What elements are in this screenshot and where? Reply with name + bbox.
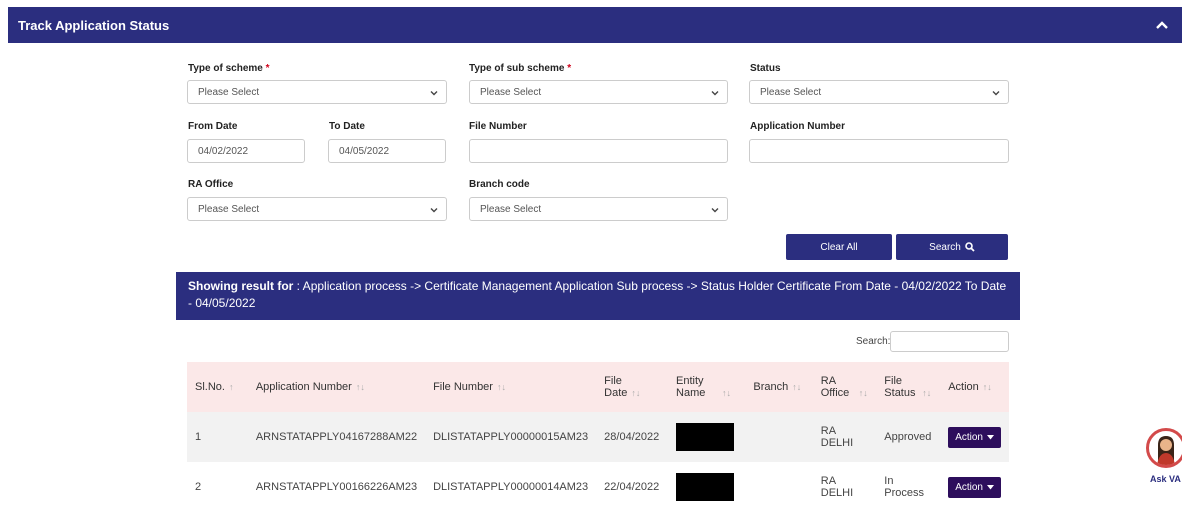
section-header[interactable]: Track Application Status — [8, 7, 1182, 43]
cell-file-date: 22/04/2022 — [604, 481, 660, 493]
status-label: Status — [750, 63, 781, 74]
file-number-label: File Number — [469, 121, 527, 132]
table-search-label: Search: — [856, 336, 891, 347]
caret-down-icon — [987, 484, 994, 489]
cell-entity-name — [668, 462, 745, 506]
virtual-assistant-launcher[interactable]: Ask VA — [1146, 428, 1182, 488]
col-file-status[interactable]: File Status ↑↓ — [876, 362, 940, 412]
from-date-value: 04/02/2022 — [198, 145, 249, 157]
assistant-label: Ask VA — [1150, 474, 1181, 484]
file-status-text: In Process — [884, 475, 925, 499]
search-button-label: Search — [929, 241, 961, 253]
cell-file-status: Approved — [884, 431, 932, 443]
sort-icon: ↑↓ — [722, 388, 732, 398]
cell-sl-no: 2 — [195, 481, 202, 493]
sort-icon: ↑↓ — [355, 382, 365, 392]
cell-file-date: 28/04/2022 — [604, 431, 660, 443]
chevron-down-icon — [711, 91, 719, 96]
cell-branch — [745, 462, 812, 506]
scheme-label: Type of scheme * — [188, 63, 270, 74]
assistant-avatar-icon — [1146, 428, 1182, 468]
sort-icon: ↑ — [228, 382, 234, 392]
status-select-value: Please Select — [760, 86, 822, 98]
results-table: Sl.No. ↑ Application Number ↑↓ File Number… — [187, 362, 1009, 506]
sort-icon: ↑↓ — [496, 382, 506, 392]
cell-action: Action — [940, 412, 1009, 462]
table-header-row: Sl.No. ↑ Application Number ↑↓ File Number… — [187, 362, 1009, 412]
cell-file-number: DLISTATAPPLY00000014AM23 — [433, 481, 589, 493]
chevron-down-icon — [992, 91, 1000, 96]
page-title: Track Application Status — [18, 17, 170, 33]
sort-icon: ↑↓ — [858, 388, 868, 398]
scheme-select-value: Please Select — [198, 86, 260, 98]
table-row: 1 ARNSTATAPPLY04167288AM22 DLISTATAPPLY0… — [187, 412, 1009, 462]
cell-ra-office: RA DELHI — [820, 475, 854, 499]
file-number-input[interactable] — [469, 139, 728, 163]
to-date-label: To Date — [329, 121, 365, 132]
col-action[interactable]: Action ↑↓ — [940, 362, 1009, 412]
clear-all-button[interactable]: Clear All — [786, 234, 892, 260]
action-label: Action — [955, 431, 983, 443]
table-search-input[interactable] — [890, 331, 1009, 352]
search-icon — [965, 242, 975, 252]
redacted-block — [676, 473, 735, 501]
result-banner-text: : Application process -> Certificate Man… — [188, 279, 1007, 310]
redacted-block — [676, 423, 735, 451]
col-file-date[interactable]: File Date ↑↓ — [596, 362, 668, 412]
cell-sl-no: 1 — [195, 431, 202, 443]
to-date-value: 04/05/2022 — [339, 145, 390, 157]
scheme-select[interactable]: Please Select — [187, 80, 447, 104]
result-banner-lead: Showing result for — [188, 279, 294, 293]
cell-application-number: ARNSTATAPPLY00166226AM23 — [255, 481, 418, 493]
sort-icon: ↑↓ — [982, 382, 992, 392]
cell-entity-name — [668, 412, 745, 462]
col-branch[interactable]: Branch ↑↓ — [745, 362, 812, 412]
table-row: 2 ARNSTATAPPLY00166226AM23 DLISTATAPPLY0… — [187, 462, 1009, 506]
cell-action: Action — [940, 462, 1009, 506]
result-banner: Showing result for : Application process… — [176, 272, 1020, 320]
sort-icon: ↑↓ — [792, 382, 802, 392]
application-number-label: Application Number — [750, 121, 846, 132]
to-date-input[interactable]: 04/05/2022 — [328, 139, 446, 163]
subscheme-select[interactable]: Please Select — [469, 80, 728, 104]
ra-office-label: RA Office — [188, 179, 234, 190]
application-number-input[interactable] — [749, 139, 1009, 163]
chevron-down-icon — [430, 208, 438, 213]
cell-branch — [745, 412, 812, 462]
action-dropdown-button[interactable]: Action — [948, 426, 1001, 448]
subscheme-select-value: Please Select — [480, 86, 542, 98]
branch-code-select[interactable]: Please Select — [469, 197, 728, 221]
action-label: Action — [955, 481, 983, 493]
cell-ra-office: RA DELHI — [820, 425, 854, 449]
from-date-label: From Date — [188, 121, 238, 132]
col-sl-no[interactable]: Sl.No. ↑ — [187, 362, 248, 412]
search-button[interactable]: Search — [896, 234, 1008, 260]
col-file-number[interactable]: File Number ↑↓ — [425, 362, 596, 412]
cell-file-status: In Process — [876, 462, 940, 506]
caret-down-icon — [987, 434, 994, 439]
cell-application-number: ARNSTATAPPLY04167288AM22 — [255, 431, 418, 443]
branch-code-select-value: Please Select — [480, 203, 542, 215]
col-entity-name[interactable]: Entity Name ↑↓ — [668, 362, 745, 412]
chevron-down-icon — [711, 208, 719, 213]
status-select[interactable]: Please Select — [749, 80, 1009, 104]
from-date-input[interactable]: 04/02/2022 — [187, 139, 305, 163]
ra-office-select[interactable]: Please Select — [187, 197, 447, 221]
chevron-up-icon[interactable] — [1152, 15, 1172, 35]
col-ra-office[interactable]: RA Office ↑↓ — [813, 362, 877, 412]
action-dropdown-button[interactable]: Action — [948, 476, 1001, 498]
subscheme-label: Type of sub scheme * — [469, 63, 572, 74]
chevron-down-icon — [430, 91, 438, 96]
sort-icon: ↑↓ — [922, 388, 932, 398]
col-application-number[interactable]: Application Number ↑↓ — [248, 362, 425, 412]
clear-all-label: Clear All — [820, 241, 858, 253]
cell-file-number: DLISTATAPPLY00000015AM23 — [433, 431, 589, 443]
sort-icon: ↑↓ — [631, 388, 641, 398]
branch-code-label: Branch code — [469, 179, 530, 190]
ra-office-select-value: Please Select — [198, 203, 260, 215]
